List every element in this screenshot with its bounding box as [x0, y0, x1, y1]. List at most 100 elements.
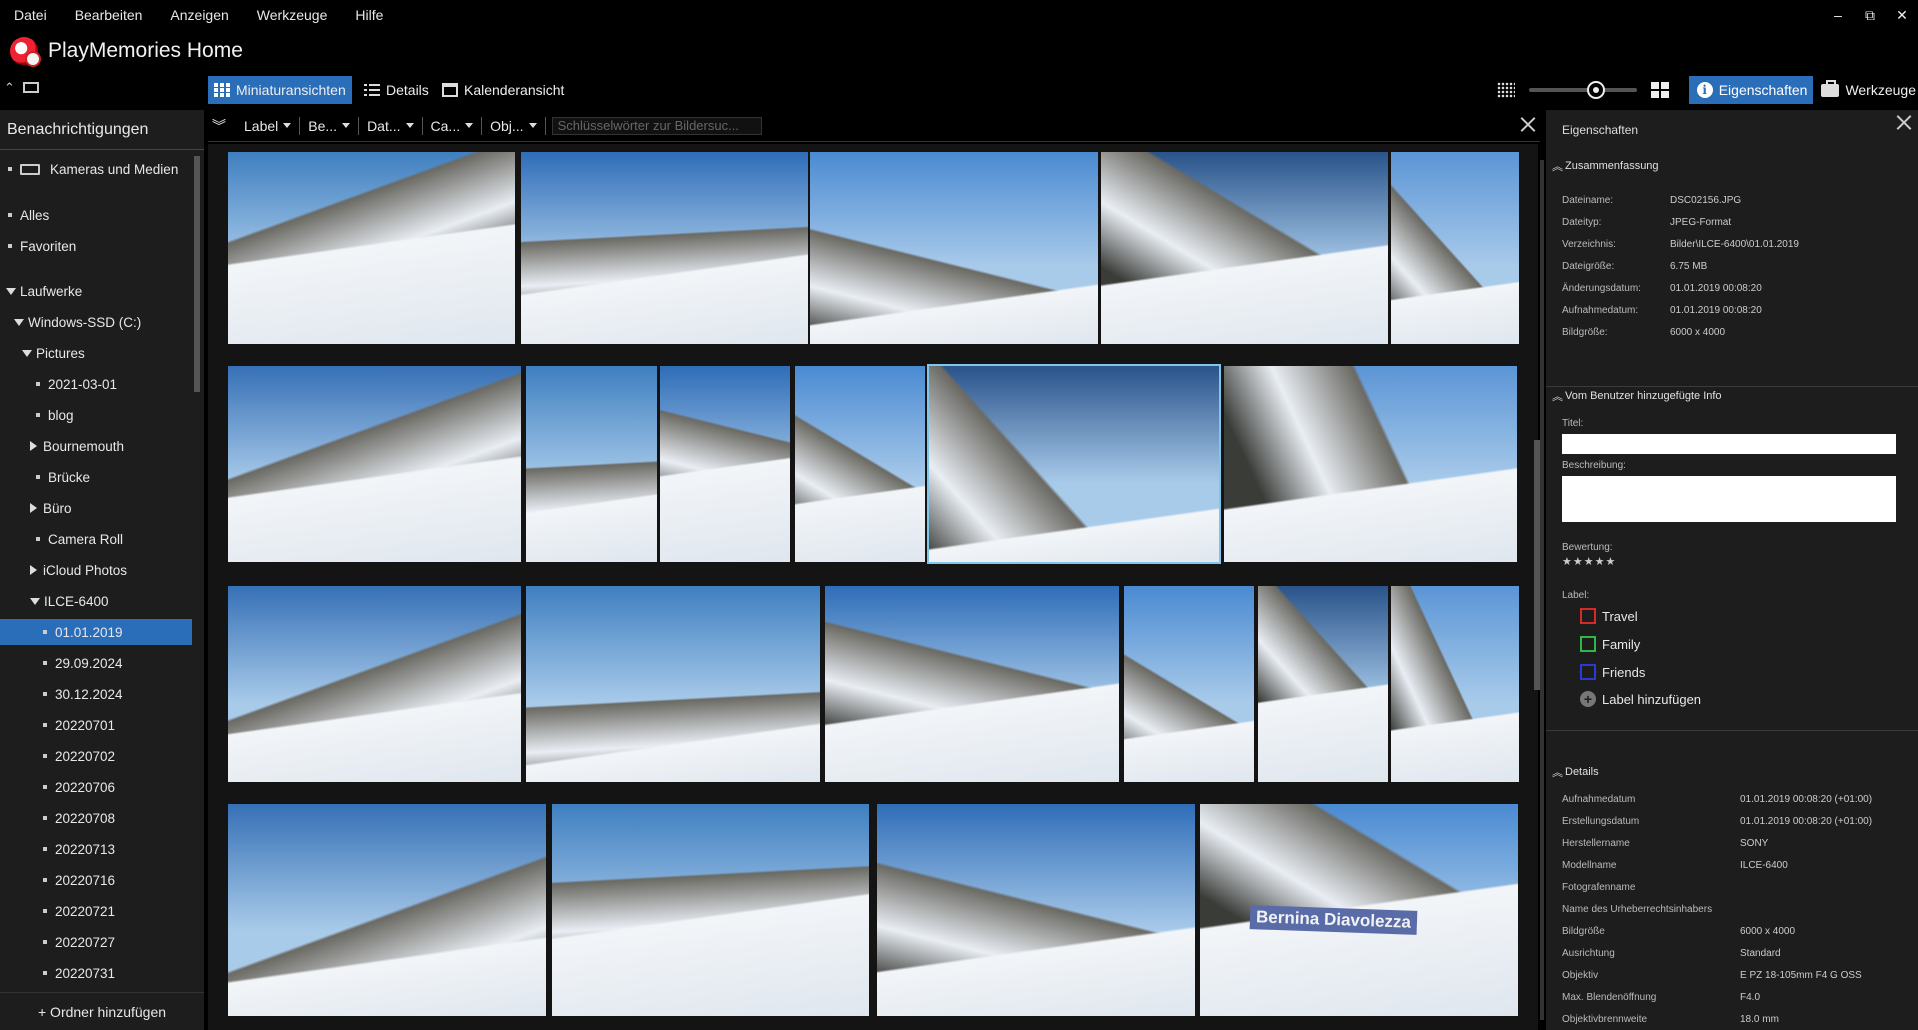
caret-down-icon	[528, 123, 537, 128]
detail-key: Objektiv	[1562, 970, 1599, 981]
toolbox-icon	[1821, 79, 1840, 97]
tree-folder[interactable]: 2021-03-01	[36, 371, 204, 397]
tree-subfolder[interactable]: 20220706	[0, 774, 192, 800]
filter-label[interactable]: Label	[236, 116, 301, 135]
photo-thumbnail[interactable]	[526, 366, 657, 562]
restore-button[interactable]: ⧉	[1854, 0, 1886, 30]
tree-subfolder[interactable]: 20220701	[0, 712, 192, 738]
tree-folder[interactable]: Brücke	[36, 464, 204, 490]
photo-thumbnail[interactable]: Bernina Diavolezza	[1200, 804, 1518, 1016]
close-filter-icon[interactable]	[1520, 116, 1536, 132]
photo-thumbnail[interactable]	[228, 152, 515, 344]
description-input[interactable]	[1562, 476, 1896, 522]
detail-key: Modellname	[1562, 860, 1617, 871]
close-window-button[interactable]: ✕	[1886, 0, 1918, 30]
menu-datei[interactable]: Datei	[0, 7, 61, 23]
view-details-button[interactable]: Details	[358, 76, 435, 104]
tree-folder[interactable]: Camera Roll	[36, 526, 204, 552]
large-thumbs-icon[interactable]	[1650, 82, 1669, 98]
small-thumbs-icon[interactable]	[1496, 82, 1515, 98]
tree-subfolder[interactable]: 20220731	[0, 960, 192, 980]
filter-rating[interactable]: Be...	[300, 116, 360, 135]
view-calendar-button[interactable]: Kalenderansicht	[436, 76, 570, 104]
detail-value: ILCE-6400	[1740, 860, 1788, 871]
photo-thumbnail[interactable]	[1101, 152, 1388, 344]
photo-thumbnail-selected[interactable]	[927, 364, 1221, 564]
tree-folder[interactable]: Büro	[30, 495, 204, 521]
tree-subfolder[interactable]: 20220721	[0, 898, 192, 924]
photo-thumbnail[interactable]	[552, 804, 869, 1016]
photo-thumbnail[interactable]	[810, 152, 1098, 344]
add-folder-button[interactable]: + Ordner hinzufügen	[0, 992, 204, 1030]
photo-thumbnail[interactable]	[1391, 586, 1519, 782]
photo-thumbnail[interactable]	[1258, 586, 1388, 782]
details-section-toggle[interactable]: ︽ Details	[1552, 764, 1599, 780]
collapsed-arrow-icon	[30, 565, 37, 575]
collapse-icon[interactable]: ⌃	[4, 80, 15, 96]
label-option[interactable]: Family	[1580, 636, 1640, 652]
tree-pictures[interactable]: Pictures	[22, 340, 204, 366]
sidebar-item-cameras[interactable]: Kameras und Medien	[8, 156, 200, 182]
photo-thumbnail[interactable]	[521, 152, 808, 344]
photo-thumbnail[interactable]	[228, 366, 521, 562]
tree-subfolder[interactable]: 30.12.2024	[0, 681, 192, 707]
label-option[interactable]: Travel	[1580, 608, 1638, 624]
menu-anzeigen[interactable]: Anzeigen	[156, 7, 242, 23]
properties-button[interactable]: i Eigenschaften	[1688, 76, 1814, 104]
photo-thumbnail[interactable]	[228, 586, 521, 782]
filter-camera[interactable]: Ca...	[423, 116, 483, 135]
view-thumbnails-button[interactable]: Miniaturansichten	[208, 76, 352, 104]
user-info-section-toggle[interactable]: ︽ Vom Benutzer hinzugefügte Info	[1552, 388, 1722, 404]
tree-subfolder[interactable]: 29.09.2024	[0, 650, 192, 676]
photo-thumbnail[interactable]	[526, 586, 820, 782]
tree-subfolder[interactable]: 20220716	[0, 867, 192, 893]
filter-object[interactable]: Obj...	[482, 116, 546, 135]
label-option[interactable]: Friends	[1580, 664, 1645, 680]
nav-scrollbar[interactable]	[194, 156, 200, 392]
menu-hilfe[interactable]: Hilfe	[341, 7, 397, 23]
label-checkbox[interactable]	[1580, 608, 1596, 624]
tree-folder[interactable]: blog	[36, 402, 204, 428]
tree-subfolder[interactable]: 20220702	[0, 743, 192, 769]
add-label-button[interactable]: + Label hinzufügen	[1580, 691, 1701, 707]
photo-thumbnail[interactable]	[825, 586, 1119, 782]
tree-drives[interactable]: Laufwerke	[6, 278, 198, 304]
monitor-icon[interactable]	[22, 82, 39, 93]
filter-date[interactable]: Dat...	[359, 116, 423, 135]
tree-folder[interactable]: Bournemouth	[30, 433, 204, 459]
close-properties-icon[interactable]	[1896, 114, 1912, 130]
notifications-header[interactable]: Benachrichtigungen	[0, 110, 204, 150]
photo-thumbnail[interactable]	[1224, 366, 1517, 562]
menu-bearbeiten[interactable]: Bearbeiten	[61, 7, 157, 23]
sidebar-item-all[interactable]: Alles	[8, 202, 200, 228]
label-checkbox[interactable]	[1580, 636, 1596, 652]
zoom-slider[interactable]	[1528, 81, 1637, 99]
summary-section-toggle[interactable]: ︽ Zusammenfassung	[1552, 158, 1659, 174]
sidebar-item-favorites[interactable]: Favoriten	[8, 233, 200, 259]
tree-drive-c[interactable]: Windows-SSD (C:)	[14, 309, 204, 335]
photo-thumbnail[interactable]	[877, 804, 1195, 1016]
tree-subfolder[interactable]: 01.01.2019	[0, 619, 192, 645]
title-input[interactable]	[1562, 434, 1896, 454]
keyword-search-input[interactable]	[551, 116, 762, 135]
tree-subfolder[interactable]: 20220727	[0, 929, 192, 955]
photo-thumbnail[interactable]	[1391, 152, 1519, 344]
tree-folder[interactable]: iCloud Photos	[30, 557, 204, 583]
photo-thumbnail[interactable]	[1124, 586, 1254, 782]
photo-thumbnail[interactable]	[795, 366, 925, 562]
add-label-text: Label hinzufügen	[1602, 691, 1702, 707]
collapse-filter-icon[interactable]: ︾	[208, 116, 236, 136]
tree-subfolder[interactable]: 20220708	[0, 805, 192, 831]
zoom-slider-knob[interactable]	[1586, 81, 1605, 99]
expanded-arrow-icon	[6, 287, 16, 295]
photo-thumbnail[interactable]	[660, 366, 790, 562]
photo-thumbnail[interactable]	[228, 804, 546, 1016]
tree-folder[interactable]: ILCE-6400	[30, 588, 204, 614]
tools-button-label: Werkzeuge	[1845, 82, 1916, 98]
tools-button[interactable]: Werkzeuge	[1821, 76, 1918, 104]
label-checkbox[interactable]	[1580, 664, 1596, 680]
minimize-button[interactable]: –	[1822, 0, 1854, 30]
menu-werkzeuge[interactable]: Werkzeuge	[243, 7, 342, 23]
rating-stars[interactable]: ★★★★★	[1562, 555, 1616, 568]
tree-subfolder[interactable]: 20220713	[0, 836, 192, 862]
